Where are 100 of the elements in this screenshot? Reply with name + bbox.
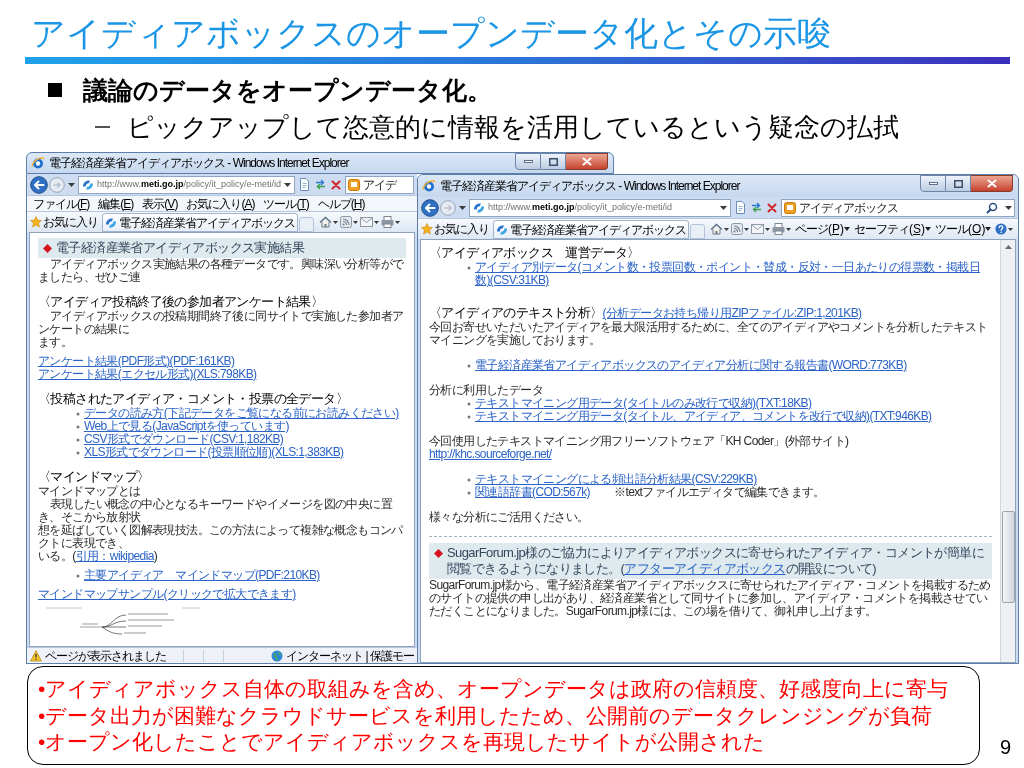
inline-link[interactable]: 引用：wikipedia <box>75 549 154 563</box>
page-link[interactable]: アンケート結果(エクセル形式)(XLS:798KB) <box>38 368 257 381</box>
favorites-button[interactable]: お気に入り <box>421 222 489 236</box>
bullet-dot-icon <box>467 478 471 482</box>
section-heading: 〈アイディア投稿終了後の参加者アンケート結果〉 <box>38 294 324 310</box>
search-icon <box>986 201 998 214</box>
home-button[interactable] <box>319 216 338 228</box>
caret-icon <box>395 220 400 224</box>
page-link[interactable]: アンケート結果(PDF形式)(PDF:161KB) <box>38 355 235 368</box>
mail-button[interactable] <box>751 224 770 234</box>
home-button[interactable] <box>710 223 729 235</box>
page-number: 9 <box>1000 735 1012 759</box>
command-menu-button[interactable]: セーフティ(S) <box>854 222 932 236</box>
page-link[interactable]: CSV形式でダウンロード(CSV:1,182KB) <box>84 433 284 446</box>
page-link[interactable]: マインドマップサンプル(クリックで拡大できます) <box>38 588 296 601</box>
caret-icon[interactable] <box>68 182 75 187</box>
feeds-button[interactable] <box>731 223 749 235</box>
close-button[interactable] <box>971 175 1013 192</box>
feeds-button[interactable] <box>340 216 358 228</box>
menu-item[interactable]: 編集(E) <box>98 196 134 211</box>
address-field[interactable]: http://www.meti.go.jp/policy/it_policy/e-meti/id <box>469 198 731 217</box>
x-icon[interactable] <box>330 178 343 191</box>
address-field[interactable]: http://www.meti.go.jp/policy/it_policy/e-meti/id <box>78 175 296 194</box>
diamond-icon <box>434 549 443 558</box>
back-button[interactable] <box>30 175 48 194</box>
bullet-text: 議論のデータをオープンデータ化。 <box>83 75 492 105</box>
caret-icon <box>985 227 992 231</box>
globe-icon <box>271 649 284 662</box>
page-link[interactable]: データの読み方(下記データをご覧になる前にお読みください) <box>84 407 399 420</box>
status-text: ページが表示されました <box>45 648 166 663</box>
search-field[interactable]: アイディアボックス <box>781 198 1015 217</box>
body-text: いる。(引用：wikipedia) <box>38 550 159 563</box>
square-bullet-icon <box>48 83 62 97</box>
caret-icon <box>844 227 850 231</box>
browser-tab[interactable]: 電子経済産業省アイディアボックス <box>102 213 298 232</box>
page-link[interactable]: テキストマイニングによる頻出語分析結果(CSV:229KB) <box>475 473 757 486</box>
help-button[interactable] <box>995 223 1014 235</box>
page-link[interactable]: 主要アイディア マインドマップ(PDF:210KB) <box>84 569 320 582</box>
banner-title: SugarForum.jp様のご協力によりアイディアボックスに寄せられたアイディア・コメントが簡単に閲覧できるようになりました。(アフターアイディアボックスの開設について) <box>447 545 985 577</box>
page-link[interactable]: 関連語辞書(COD:567k) <box>475 486 590 499</box>
page-link[interactable]: 電子経済産業省アイディアボックスのアイディア分析に関する報告書(WORD:773KB) <box>475 359 907 372</box>
section-heading: 〈マインドマップ〉 <box>38 469 150 485</box>
browser-logo-icon <box>422 179 436 193</box>
caret-icon <box>1008 227 1014 231</box>
page-link[interactable]: テキストマイニング用データ(タイトル、アイディア、コメントを改行で収納)(TXT:946KB) <box>475 410 932 423</box>
caret-icon <box>744 227 749 231</box>
square-logo-icon <box>348 178 361 191</box>
page-link[interactable]: テキストマイニング用データ(タイトルのみ改行で収納)(TXT:18KB) <box>475 397 812 410</box>
x-icon[interactable] <box>766 201 778 214</box>
menu-item[interactable]: ファイル(F) <box>33 196 90 211</box>
page-link[interactable]: Web上で見る(JavaScriptを使っています) <box>84 420 289 433</box>
dash-bullet-icon <box>95 126 110 128</box>
minimize-icon <box>928 182 938 185</box>
print-button[interactable] <box>381 216 400 228</box>
swirl-icon <box>82 178 94 191</box>
swirl-icon <box>473 201 485 214</box>
close-button[interactable] <box>566 153 608 170</box>
command-menu-button[interactable]: ツール(O) <box>935 222 992 236</box>
caret-icon <box>1005 205 1012 210</box>
browser-logo-icon <box>31 156 45 170</box>
diamond-icon <box>43 244 52 253</box>
maximize-button[interactable] <box>946 175 971 192</box>
banner-link[interactable]: アフターアイディアボックス <box>624 561 786 576</box>
menu-item[interactable]: お気に入り(A) <box>186 196 255 211</box>
minimize-button[interactable] <box>920 175 946 192</box>
print-button[interactable] <box>772 223 791 235</box>
document-icon[interactable] <box>298 178 312 191</box>
favorites-button[interactable]: お気に入り <box>30 215 98 229</box>
menu-item[interactable]: ツール(T) <box>263 196 309 211</box>
caret-icon[interactable] <box>459 205 466 210</box>
back-button[interactable] <box>421 198 439 217</box>
star-icon <box>30 216 42 228</box>
up-arrow-icon[interactable] <box>1004 245 1012 249</box>
search-field[interactable]: アイデ <box>345 175 414 194</box>
bullet-dot-icon <box>76 574 80 578</box>
mail-icon <box>751 224 764 234</box>
scrollbar-thumb[interactable] <box>1001 511 1015 603</box>
refresh-icon[interactable] <box>314 178 328 191</box>
command-menu-button[interactable]: ページ(P) <box>795 222 850 236</box>
menu-item[interactable]: 表示(V) <box>142 196 178 211</box>
minimize-button[interactable] <box>515 153 541 170</box>
help-icon <box>995 223 1008 235</box>
menu-item[interactable]: ヘルプ(H) <box>317 196 365 211</box>
caret-icon <box>724 227 729 231</box>
bullet-dot-icon <box>467 266 471 270</box>
browser-tab[interactable]: 電子経済産業省アイディアボックス <box>493 220 689 239</box>
heading-link[interactable]: (分析データお持ち帰り用ZIPファイル:ZIP:1,201KB) <box>602 305 862 321</box>
security-zone-text: インターネット | 保護モー <box>286 648 414 663</box>
body-text: アイディアボックス実施結果の各種データです。興味深い分析等がでましたら、ぜひご連 <box>38 258 405 284</box>
scrollbar[interactable] <box>1000 240 1015 662</box>
page-link[interactable]: http://khc.sourceforge.net/ <box>429 448 552 461</box>
maximize-button[interactable] <box>541 153 566 170</box>
feed-icon <box>340 216 352 228</box>
page-link[interactable]: アイディア別データ(コメント数・投票回数・ポイント・賛成・反対・一日あたりの得票数・掲載日数)(CSV:31KB) <box>475 261 992 287</box>
mail-button[interactable] <box>360 217 379 227</box>
caret-icon <box>765 227 770 231</box>
refresh-icon[interactable] <box>750 201 763 214</box>
document-icon[interactable] <box>734 201 747 214</box>
page-link[interactable]: XLS形式でダウンロード(投票順位順)(XLS:1,383KB) <box>84 446 344 459</box>
bullet-dot-icon <box>76 412 80 416</box>
